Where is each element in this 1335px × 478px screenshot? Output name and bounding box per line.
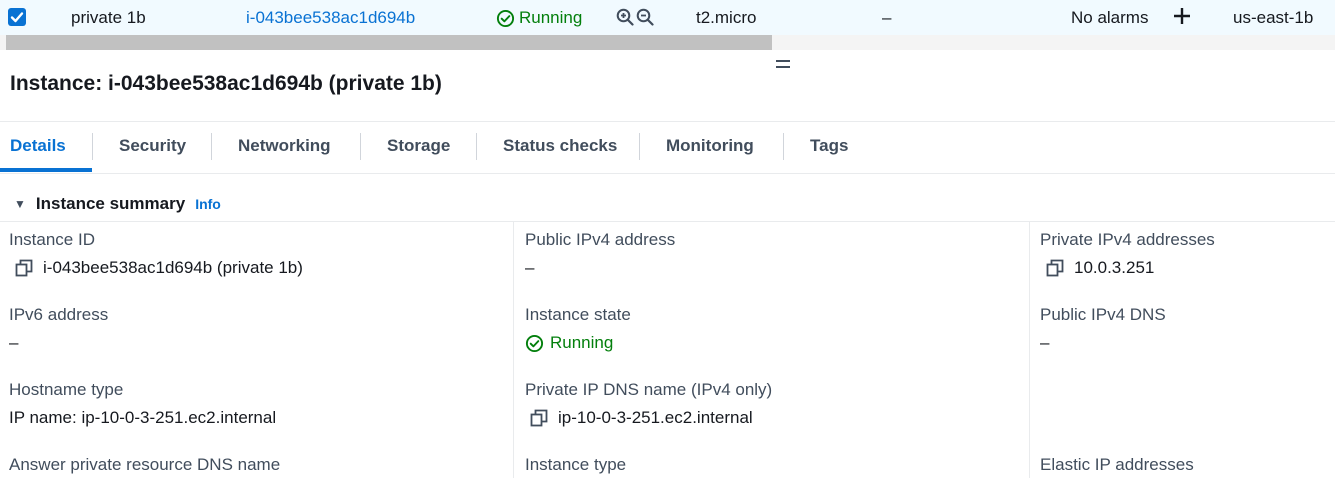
tab-separator <box>360 133 361 160</box>
page-title: Instance: i-043bee538ac1d694b (private 1… <box>10 72 442 95</box>
section-heading: Instance summary <box>35 194 186 213</box>
tab-separator <box>211 133 212 160</box>
split-panel-resize-handle[interactable] <box>775 57 791 75</box>
section-divider <box>0 221 1335 222</box>
column-divider <box>513 222 514 478</box>
add-alarm-button[interactable] <box>1172 6 1192 31</box>
tab-storage[interactable]: Storage <box>387 136 450 156</box>
horizontal-scrollbar[interactable] <box>0 35 1335 50</box>
active-tab-indicator <box>0 168 92 172</box>
tab-separator <box>92 133 93 160</box>
row-status-check: – <box>882 8 892 27</box>
public-ipv4-label: Public IPv4 address <box>525 230 676 249</box>
row-checkbox[interactable] <box>8 8 26 26</box>
info-link[interactable]: Info <box>195 196 221 212</box>
instance-state-label: Instance state <box>525 305 631 324</box>
copy-icon[interactable] <box>1046 259 1064 277</box>
copy-icon[interactable] <box>15 259 33 277</box>
instance-summary-header[interactable]: ▼ Instance summary Info <box>14 194 221 214</box>
answer-dns-label: Answer private resource DNS name <box>9 455 281 474</box>
tab-security[interactable]: Security <box>119 136 186 156</box>
status-success-icon <box>496 9 515 27</box>
instance-state-text: Running <box>550 333 614 352</box>
row-zoom-controls <box>616 8 654 26</box>
row-instance-id-link[interactable]: i-043bee538ac1d694b <box>246 8 415 28</box>
row-availability-zone: us-east-1b <box>1233 8 1314 27</box>
row-state-label: Running <box>519 8 583 27</box>
instance-state-value: Running <box>525 333 613 353</box>
copy-icon[interactable] <box>530 409 548 427</box>
public-ipv4-value: – <box>525 258 535 277</box>
tab-monitoring[interactable]: Monitoring <box>666 136 754 156</box>
instance-id-label: Instance ID <box>9 230 95 249</box>
zoom-out-icon[interactable] <box>636 8 654 26</box>
public-dns-value: – <box>1040 333 1050 352</box>
private-ipv4-value: 10.0.3.251 <box>1046 258 1154 278</box>
tab-tags[interactable]: Tags <box>810 136 848 156</box>
row-alarm-status: No alarms <box>1071 8 1149 27</box>
drag-handle-icon <box>776 60 790 68</box>
tab-status-checks[interactable]: Status checks <box>503 136 617 156</box>
plus-icon <box>1174 8 1190 24</box>
hostname-type-label: Hostname type <box>9 380 124 399</box>
tab-separator <box>476 133 477 160</box>
row-instance-state: Running <box>496 8 582 28</box>
instance-id-text: i-043bee538ac1d694b (private 1b) <box>43 258 303 277</box>
column-divider <box>1029 222 1030 478</box>
instance-type-label: Instance type <box>525 455 627 474</box>
private-ipv4-text: 10.0.3.251 <box>1074 258 1155 277</box>
private-dns-label: Private IP DNS name (IPv4 only) <box>525 380 773 399</box>
scrollbar-thumb[interactable] <box>6 35 772 50</box>
status-success-icon <box>525 334 544 352</box>
zoom-in-icon[interactable] <box>616 8 634 26</box>
ipv6-value: – <box>9 333 19 352</box>
row-instance-type: t2.micro <box>696 8 757 27</box>
private-ipv4-label: Private IPv4 addresses <box>1040 230 1215 249</box>
elastic-ip-label: Elastic IP addresses <box>1040 455 1194 474</box>
ipv6-label: IPv6 address <box>9 305 109 324</box>
tab-networking[interactable]: Networking <box>238 136 331 156</box>
hostname-type-value: IP name: ip-10-0-3-251.ec2.internal <box>9 408 277 427</box>
detail-tabs: Details Security Networking Storage Stat… <box>0 121 1335 174</box>
tab-details[interactable]: Details <box>10 136 66 156</box>
caret-down-icon[interactable]: ▼ <box>14 197 26 211</box>
tab-separator <box>783 133 784 160</box>
row-instance-name: private 1b <box>71 8 146 27</box>
checkmark-icon <box>10 12 24 23</box>
tab-separator <box>639 133 640 160</box>
public-dns-label: Public IPv4 DNS <box>1040 305 1166 324</box>
instance-id-value: i-043bee538ac1d694b (private 1b) <box>15 258 303 278</box>
private-dns-value: ip-10-0-3-251.ec2.internal <box>530 408 753 428</box>
instance-table-row[interactable]: private 1b i-043bee538ac1d694b Running t… <box>0 0 1335 35</box>
private-dns-text: ip-10-0-3-251.ec2.internal <box>558 408 753 427</box>
